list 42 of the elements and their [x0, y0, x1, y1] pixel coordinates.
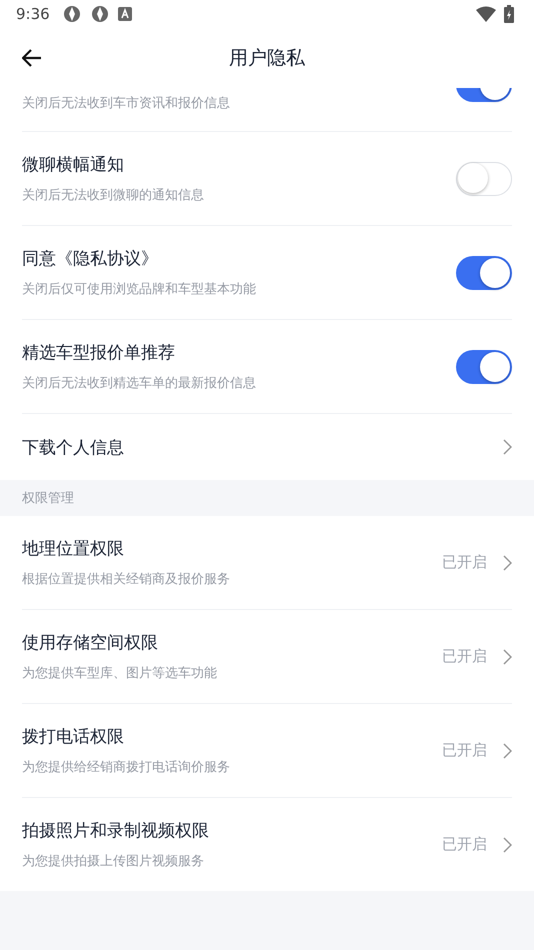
permission-description: 为您提供拍摄上传图片视频服务	[22, 853, 205, 870]
chevron-right-icon	[503, 439, 512, 455]
permission-status: 已开启	[442, 647, 487, 666]
battery-icon	[504, 5, 514, 23]
permission-status: 已开启	[442, 741, 487, 760]
permission-title: 拍摄照片和录制视频权限	[22, 820, 210, 842]
permission-status: 已开启	[442, 553, 487, 572]
toggle-switch[interactable]	[456, 256, 512, 290]
setting-description: 关闭后无法收到精选车单的最新报价信息	[22, 375, 257, 392]
back-arrow-icon[interactable]	[22, 49, 42, 67]
chevron-right-icon	[503, 554, 512, 570]
permission-row[interactable]: 使用存储空间权限 为您提供车型库、图片等选车功能 已开启	[22, 610, 512, 704]
settings-link-row[interactable]: 下载个人信息	[22, 414, 512, 480]
status-time: 9:36	[16, 5, 50, 23]
wifi-icon	[476, 6, 496, 22]
chevron-right-icon	[503, 648, 512, 664]
setting-title: 同意《隐私协议》	[22, 248, 159, 270]
setting-title: 精选车型报价单推荐	[22, 342, 176, 364]
permission-row[interactable]: 地理位置权限 根据位置提供相关经销商及报价服务 已开启	[22, 516, 512, 610]
permission-description: 为您提供给经销商拨打电话询价服务	[22, 759, 231, 776]
permission-description: 为您提供车型库、图片等选车功能	[22, 665, 218, 682]
permission-row[interactable]: 拨打电话权限 为您提供给经销商拨打电话询价服务 已开启	[22, 704, 512, 798]
app-notification-icon	[90, 4, 110, 24]
setting-description: 关闭后无法收到车市资讯和报价信息	[22, 95, 231, 112]
permission-description: 根据位置提供相关经销商及报价服务	[22, 571, 231, 588]
setting-description: 关闭后无法收到微聊的通知信息	[22, 187, 205, 204]
permission-title: 地理位置权限	[22, 538, 125, 560]
setting-title: 微聊横幅通知	[22, 154, 125, 176]
chevron-right-icon	[503, 742, 512, 758]
permission-title: 使用存储空间权限	[22, 632, 159, 654]
permission-row[interactable]: 拍摄照片和录制视频权限 为您提供拍摄上传图片视频服务 已开启	[22, 798, 512, 891]
app-notification-icon	[62, 4, 82, 24]
permission-status: 已开启	[442, 835, 487, 854]
permission-title: 拨打电话权限	[22, 726, 125, 748]
toggle-switch[interactable]	[456, 162, 512, 196]
toggle-switch[interactable]	[456, 350, 512, 384]
setting-description: 关闭后仅可使用浏览品牌和车型基本功能	[22, 281, 257, 298]
keyboard-notification-icon	[118, 7, 132, 21]
section-header: 权限管理	[22, 490, 74, 507]
page-title: 用户隐私	[229, 46, 305, 71]
setting-title: 下载个人信息	[22, 436, 124, 458]
chevron-right-icon	[503, 836, 512, 852]
